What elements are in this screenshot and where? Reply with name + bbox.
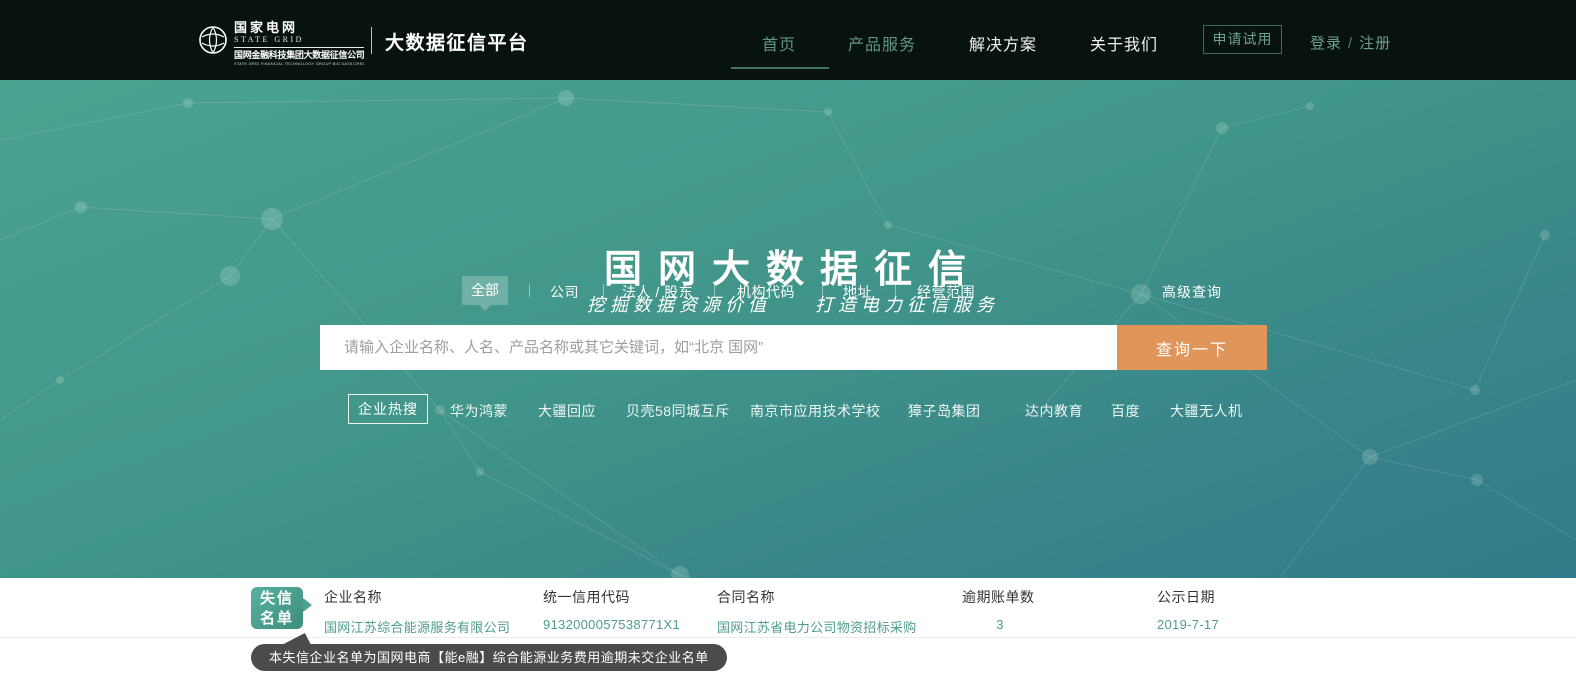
search-tab-legal-person[interactable]: 法人 / 股东 [622,282,693,302]
footer-divider [0,637,1576,638]
tooltip-tail [277,633,311,645]
tab-separator [714,284,715,297]
nav-item-home[interactable]: 首页 [762,31,796,55]
logo-company-name-en: STATE GRID FINANCIAL TECHNOLOGY GROUP BI… [234,61,364,66]
search-tab-org-code[interactable]: 机构代码 [737,282,795,302]
column-value: 国网江苏综合能源服务有限公司 [324,617,510,636]
state-grid-logo-icon [198,25,228,55]
blacklist-column-contract: 合同名称 国网江苏省电力公司物资招标采购 [717,587,917,636]
blacklist-badge: 失信 名单 [251,587,303,629]
column-header: 统一信用代码 [543,587,680,607]
apply-trial-button[interactable]: 申请试用 [1203,25,1282,54]
logo-text-block: 国家电网 STATE GRID 国网金融科技集团大数据征信公司 STATE GR… [234,20,366,66]
search-tab-all[interactable]: 全部 [462,276,508,305]
nav-item-about[interactable]: 关于我们 [1090,31,1158,55]
register-link[interactable]: 注册 [1359,35,1391,52]
auth-links: 登录 / 注册 [1310,32,1391,53]
hot-search-label: 企业热搜 [348,394,428,424]
hot-search-item[interactable]: 华为鸿蒙 [450,401,508,421]
advanced-search-link[interactable]: 高级查询 [1162,282,1222,302]
nav-active-underline [731,67,829,69]
blacklist-badge-line2: 名单 [251,609,303,629]
blacklist-tooltip: 本失信企业名单为国网电商【能e融】综合能源业务费用逾期未交企业名单 [251,644,727,671]
auth-separator: / [1348,35,1353,52]
column-value: 9132000057538771X1 [543,617,680,632]
tab-separator [529,284,530,297]
hero-section: 国网大数据征信 挖掘数据资源价值打造电力征信服务 全部 公司 法人 / 股东 机… [0,80,1576,578]
search-tab-company[interactable]: 公司 [550,282,579,302]
blacklist-column-credit-code: 统一信用代码 9132000057538771X1 [543,587,680,632]
search-input[interactable] [320,325,1117,370]
platform-title: 大数据征信平台 [385,28,529,55]
column-header: 逾期账单数 [962,587,1038,607]
logo-org-name: 国家电网 [234,20,366,35]
search-tab-all-label: 全部 [471,282,499,298]
blacklist-column-company: 企业名称 国网江苏综合能源服务有限公司 [324,587,510,636]
column-value: 3 [962,617,1038,632]
logo-org-name-en: STATE GRID [234,35,366,44]
hot-search-item[interactable]: 达内教育 [1025,401,1083,421]
hot-search-item[interactable]: 獐子岛集团 [908,401,981,421]
blacklist-column-publish-date: 公示日期 2019-7-17 [1157,587,1219,632]
logo-title-divider [371,27,372,54]
search-tab-business-scope[interactable]: 经营范围 [917,282,975,302]
tab-separator [822,284,823,297]
page: 国家电网 STATE GRID 国网金融科技集团大数据征信公司 STATE GR… [0,0,1576,685]
blacklist-section: 失信 名单 企业名称 国网江苏综合能源服务有限公司 统一信用代码 9132000… [0,578,1576,685]
blacklist-badge-line1: 失信 [251,589,303,609]
hot-search-item[interactable]: 南京市应用技术学校 [750,401,881,421]
column-header: 合同名称 [717,587,917,607]
top-navbar: 国家电网 STATE GRID 国网金融科技集团大数据征信公司 STATE GR… [0,0,1576,80]
nav-item-solutions[interactable]: 解决方案 [969,31,1037,55]
column-header: 企业名称 [324,587,510,607]
hot-search-item[interactable]: 百度 [1111,401,1140,421]
logo-company-name: 国网金融科技集团大数据征信公司 [234,50,366,61]
tab-separator [895,284,896,297]
login-link[interactable]: 登录 [1310,35,1342,52]
blacklist-column-overdue-bills: 逾期账单数 3 [962,587,1038,632]
logo-divider-line [234,47,364,48]
column-value: 2019-7-17 [1157,617,1219,632]
search-button[interactable]: 查询一下 [1117,325,1267,370]
column-value: 国网江苏省电力公司物资招标采购 [717,617,917,636]
nav-item-products[interactable]: 产品服务 [848,31,916,55]
badge-arrow [303,598,312,612]
tooltip-text: 本失信企业名单为国网电商【能e融】综合能源业务费用逾期未交企业名单 [269,650,709,665]
active-tab-pointer [479,305,491,311]
hot-search-item[interactable]: 大疆回应 [538,401,596,421]
search-tab-address[interactable]: 地址 [843,282,872,302]
column-header: 公示日期 [1157,587,1219,607]
tab-separator [603,284,604,297]
hot-search-item[interactable]: 贝壳58同城互斥 [626,401,730,421]
hot-search-item[interactable]: 大疆无人机 [1170,401,1243,421]
